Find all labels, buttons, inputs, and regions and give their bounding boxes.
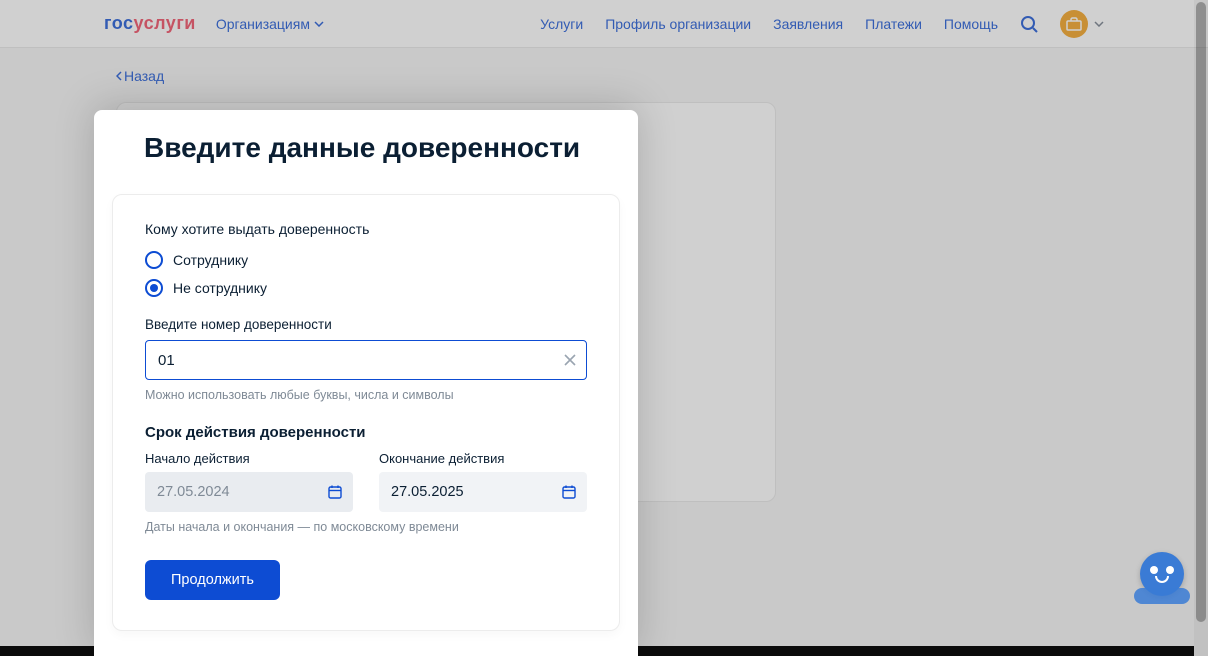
- calendar-icon[interactable]: [561, 484, 577, 500]
- calendar-icon: [327, 484, 343, 500]
- chevron-down-icon: [1094, 21, 1104, 27]
- scrollbar-thumb[interactable]: [1196, 2, 1206, 622]
- clear-input-button[interactable]: [563, 353, 577, 367]
- search-icon: [1020, 15, 1038, 33]
- app-header: госуслуги Организациям Услуги Профиль ор…: [0, 0, 1208, 48]
- search-button[interactable]: [1020, 15, 1038, 33]
- radio-icon-unchecked: [145, 251, 163, 269]
- start-date-label: Начало действия: [145, 451, 353, 466]
- briefcase-icon: [1066, 17, 1082, 31]
- radio-icon-checked: [145, 279, 163, 297]
- start-date-field: 27.05.2024: [145, 472, 353, 512]
- main-nav: Услуги Профиль организации Заявления Пла…: [540, 10, 1104, 38]
- who-label: Кому хотите выдать доверенность: [145, 221, 587, 237]
- org-selector[interactable]: Организациям: [216, 16, 324, 32]
- nav-applications[interactable]: Заявления: [773, 16, 843, 32]
- validity-heading: Срок действия доверенности: [145, 424, 587, 441]
- modal-sheet: Введите данные доверенности Кому хотите …: [94, 110, 638, 656]
- number-hint: Можно использовать любые буквы, числа и …: [145, 388, 587, 402]
- end-date-value: 27.05.2025: [391, 484, 464, 500]
- chat-bot-button[interactable]: [1140, 552, 1184, 596]
- back-link[interactable]: Назад: [116, 68, 164, 84]
- avatar: [1060, 10, 1088, 38]
- org-selector-label: Организациям: [216, 16, 310, 32]
- end-date-label: Окончание действия: [379, 451, 587, 466]
- chevron-down-icon: [314, 21, 324, 27]
- form-panel: Кому хотите выдать доверенность Сотрудни…: [112, 194, 620, 631]
- number-input[interactable]: [145, 340, 587, 380]
- nav-help[interactable]: Помощь: [944, 16, 998, 32]
- nav-profile[interactable]: Профиль организации: [605, 16, 751, 32]
- bot-icon: [1140, 552, 1184, 596]
- dates-hint: Даты начала и окончания — по московскому…: [145, 520, 587, 534]
- profile-menu[interactable]: [1060, 10, 1104, 38]
- back-label: Назад: [124, 68, 164, 84]
- chevron-left-icon: [116, 71, 122, 81]
- start-date-value: 27.05.2024: [157, 484, 230, 500]
- sheet-bottom-edge: [94, 646, 638, 656]
- end-date-field[interactable]: 27.05.2025: [379, 472, 587, 512]
- logo[interactable]: госуслуги: [104, 13, 196, 34]
- page-title: Введите данные доверенности: [94, 110, 638, 176]
- number-label: Введите номер доверенности: [145, 317, 587, 332]
- continue-button[interactable]: Продолжить: [145, 560, 280, 600]
- nav-services[interactable]: Услуги: [540, 16, 583, 32]
- close-icon: [563, 353, 577, 367]
- scrollbar[interactable]: [1194, 0, 1208, 656]
- radio-employee[interactable]: Сотруднику: [145, 251, 587, 269]
- radio-employee-label: Сотруднику: [173, 252, 248, 268]
- radio-non-employee[interactable]: Не сотруднику: [145, 279, 587, 297]
- nav-payments[interactable]: Платежи: [865, 16, 922, 32]
- radio-non-employee-label: Не сотруднику: [173, 280, 267, 296]
